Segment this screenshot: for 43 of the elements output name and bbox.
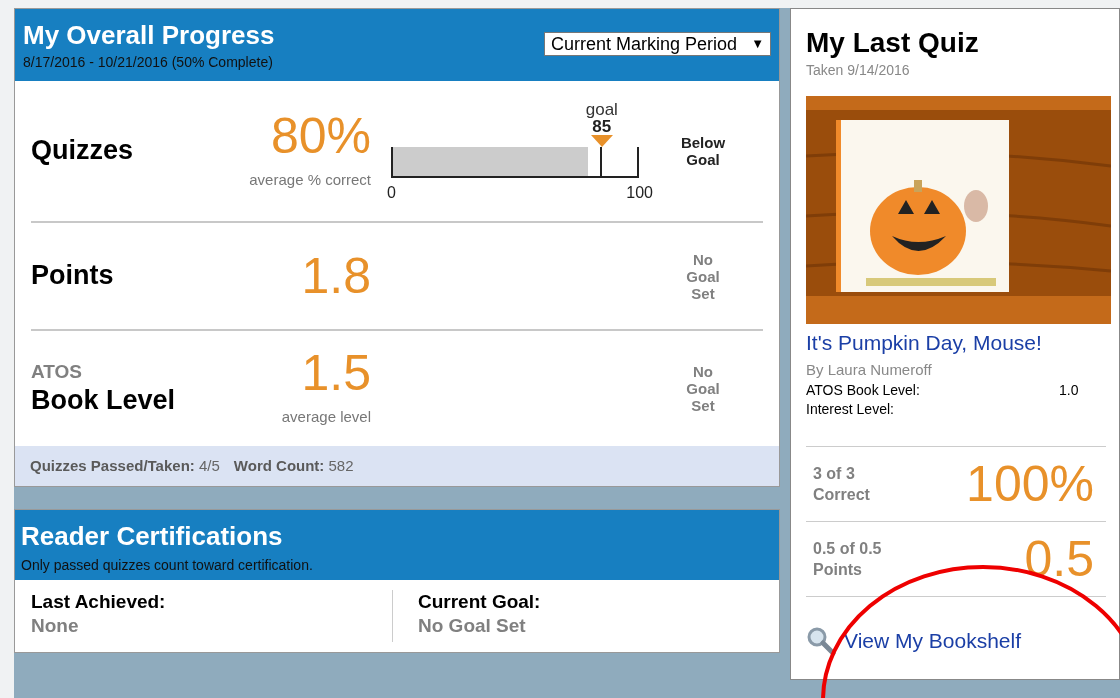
footer-stat: Word Count: 582 [233, 455, 354, 476]
goal-status: No Goal Set [685, 250, 721, 302]
goal-status: Below Goal [679, 134, 727, 168]
panel-title: Reader Certifications [21, 520, 284, 553]
taken-date: Taken 9/14/2016 [806, 61, 911, 80]
book-title-link[interactable]: It's Pumpkin Day, Mouse! [806, 327, 1104, 359]
metric-caption: average % correct [249, 169, 371, 190]
cert-value: No Goal Set [418, 613, 527, 638]
goal-value: 85 [592, 118, 612, 135]
magnifier-icon [806, 625, 836, 656]
metric-label: Book Level [31, 383, 177, 417]
metric-label: Quizzes [31, 134, 135, 168]
footer-stat: Quizzes Passed/Taken: 4/5 [30, 455, 220, 476]
book-author: By Laura Numeroff [806, 359, 933, 380]
metric-label: Points [31, 259, 115, 293]
cert-label: Current Goal: [418, 590, 542, 614]
axis-min: 0 [387, 183, 396, 203]
period-select[interactable]: Current Marking Period ▼ [544, 32, 771, 56]
stat-count: 3 of 3 [813, 464, 856, 484]
goal-label: goal [585, 101, 618, 118]
panel-subtitle: Only passed quizzes count toward certification. [21, 555, 314, 575]
metric-caption: average level [281, 407, 371, 428]
stat-label: Points [813, 560, 863, 580]
metric-value: 1.8 [301, 251, 371, 301]
detail-value: 1.0 [1059, 381, 1079, 400]
panel-subtitle: 8/17/2016 - 10/21/2016 (50% Complete) [23, 52, 274, 72]
metric-value: 80% [270, 110, 371, 161]
cert-label: Last Achieved: [31, 590, 167, 614]
detail-label: ATOS Book Level: [806, 381, 921, 400]
metric-overline: ATOS [31, 359, 84, 384]
detail-label: Interest Level: [806, 400, 895, 419]
stat-count: 0.5 of 0.5 [813, 539, 882, 559]
stat-value: 100% [966, 459, 1094, 509]
goal-status: No Goal Set [685, 363, 721, 414]
panel-title: My Last Quiz [806, 26, 980, 60]
goal-marker-icon [590, 135, 613, 147]
stat-label: Correct [813, 485, 870, 505]
stat-value: 0.5 [1024, 534, 1094, 584]
metric-value: 1.5 [301, 348, 371, 399]
bookshelf-link[interactable]: View My Bookshelf [844, 625, 1022, 657]
panel-title: My Overall Progress [23, 19, 275, 52]
cert-value: None [31, 613, 80, 638]
axis-max: 100 [626, 183, 653, 203]
